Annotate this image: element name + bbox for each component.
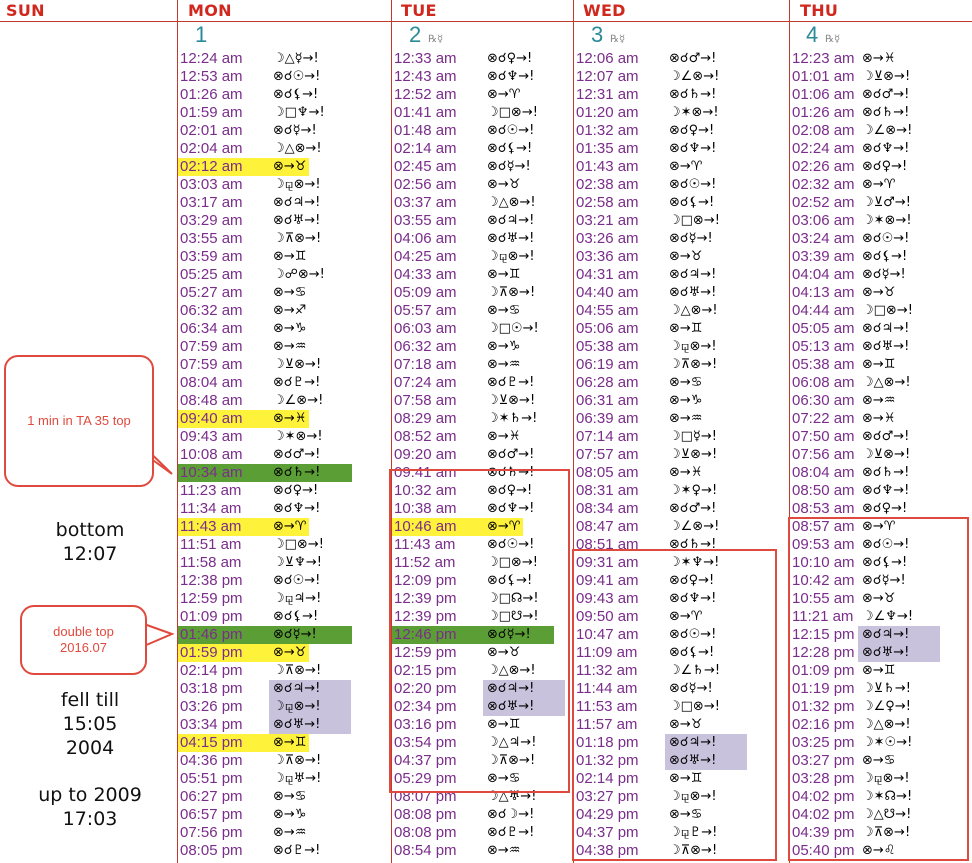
- note-bottom: bottom 12:07: [55, 519, 125, 565]
- callout-one-min-top: 1 min in TA 35 top: [4, 355, 154, 487]
- callout-double-top: double top 2016.07: [20, 605, 147, 675]
- note-up-to: up to 2009 17:03: [38, 784, 142, 830]
- callout-text: double top 2016.07: [53, 624, 114, 655]
- note-fell-till: fell till 15:05 2004: [60, 689, 120, 759]
- callout-text: 1 min in TA 35 top: [27, 413, 131, 428]
